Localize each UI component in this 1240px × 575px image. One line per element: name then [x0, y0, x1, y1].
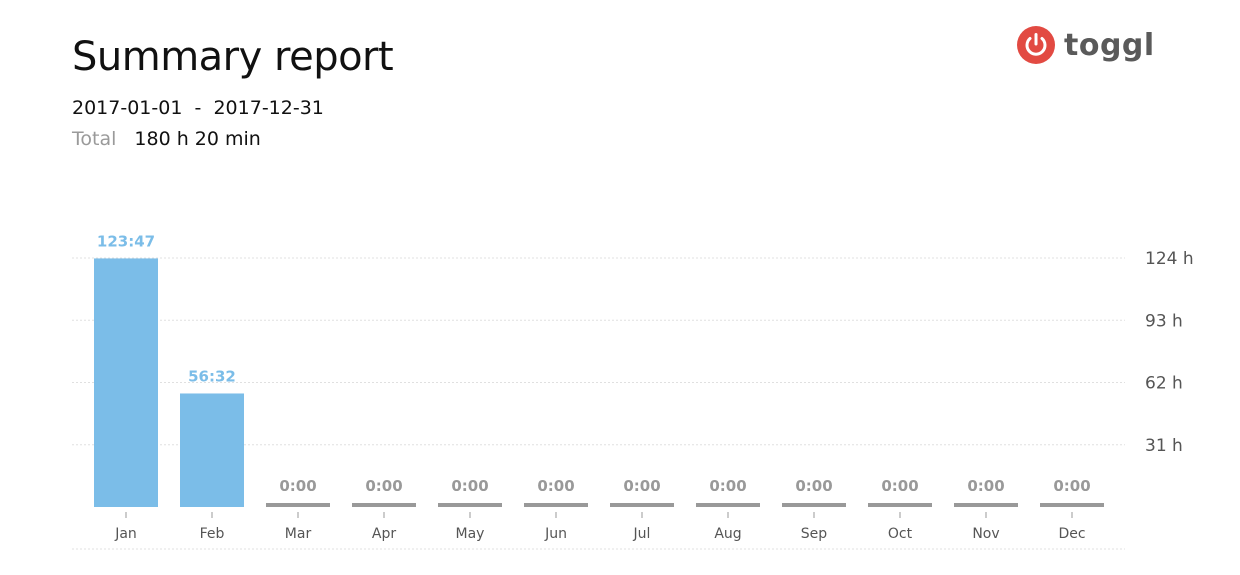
- bar-data-label: 0:00: [451, 477, 488, 495]
- x-tick-label: Oct: [888, 526, 913, 542]
- bar-data-label: 0:00: [537, 477, 574, 495]
- x-tick-label: Aug: [714, 526, 741, 542]
- bar: [1040, 503, 1104, 507]
- x-tick-label: Jan: [114, 526, 137, 542]
- y-tick-label: 93 h: [1145, 311, 1183, 331]
- bar-data-label: 0:00: [967, 477, 1004, 495]
- bar: [954, 503, 1018, 507]
- bar-data-label: 0:00: [365, 477, 402, 495]
- bar-data-label: 123:47: [97, 232, 155, 250]
- x-tick-label: Feb: [200, 526, 225, 542]
- bar: [438, 503, 502, 507]
- bar: [524, 503, 588, 507]
- y-tick-label: 124 h: [1145, 249, 1194, 269]
- bar-data-label: 56:32: [188, 367, 236, 385]
- bar-data-label: 0:00: [279, 477, 316, 495]
- y-tick-label: 31 h: [1145, 436, 1183, 456]
- bar: [352, 503, 416, 507]
- bar: [696, 503, 760, 507]
- bar: [610, 503, 674, 507]
- x-tick-label: Mar: [285, 526, 312, 542]
- bar: [94, 258, 158, 507]
- bar-data-label: 0:00: [709, 477, 746, 495]
- bar: [180, 393, 244, 507]
- bar: [782, 503, 846, 507]
- bar-data-label: 0:00: [623, 477, 660, 495]
- monthly-bar-chart: 124 h 93 h 62 h 31 h 123:47 Jan 56:32 Feb 0:00 Ma…: [72, 232, 1194, 550]
- x-tick-label: Sep: [801, 526, 828, 542]
- x-tick-label: Dec: [1058, 526, 1085, 542]
- x-tick-label: May: [456, 526, 485, 542]
- x-tick-label: Jul: [633, 526, 651, 542]
- x-tick-label: Jun: [544, 526, 567, 542]
- x-tick-label: Apr: [372, 526, 396, 542]
- bar: [266, 503, 330, 507]
- bar: [868, 503, 932, 507]
- bar-data-label: 0:00: [1053, 477, 1090, 495]
- bar-data-label: 0:00: [795, 477, 832, 495]
- bar-data-label: 0:00: [881, 477, 918, 495]
- y-tick-label: 62 h: [1145, 374, 1183, 394]
- x-tick-label: Nov: [972, 526, 999, 542]
